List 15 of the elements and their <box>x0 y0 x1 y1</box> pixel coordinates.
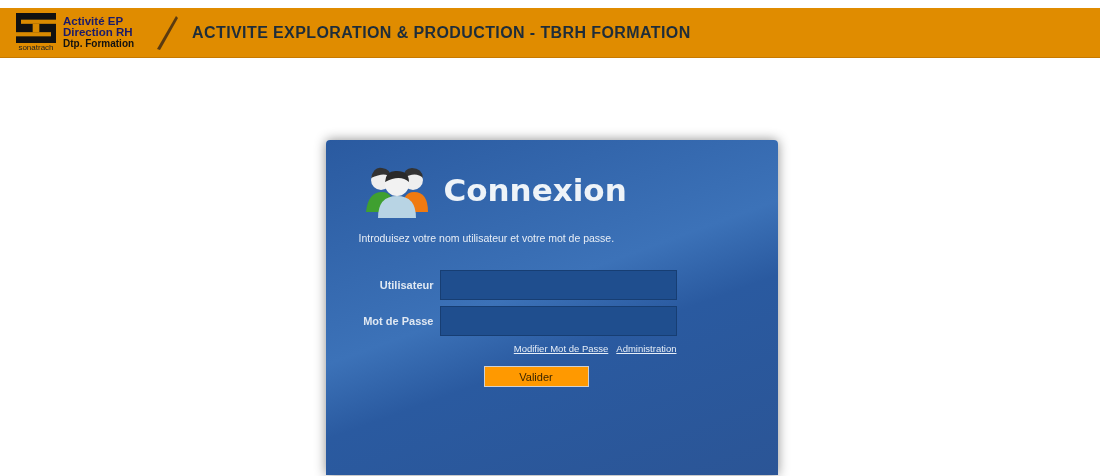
field-label: Utilisateur <box>378 279 434 291</box>
logo-text: Dtp. Formation <box>63 38 135 49</box>
field-label: Mot de Passe <box>362 315 434 327</box>
instruction-text: Introduisez votre nom utilisateur et votre mot de passe. <box>358 232 616 244</box>
input-field[interactable] <box>439 270 677 300</box>
logo-text: Direction RH <box>63 27 134 38</box>
link[interactable]: Administration <box>616 343 677 354</box>
submit-button[interactable]: Valider <box>483 366 589 387</box>
page-title: ACTIVITE EXPLORATION & PRODUCTION - TBRH FORMATION <box>192 23 691 42</box>
link[interactable]: Modifier Mot de Passe <box>513 343 609 354</box>
logo-text: Activité EP <box>63 16 125 27</box>
login-title: Connexion <box>443 172 627 208</box>
slash-icon <box>156 15 179 50</box>
logo-caption: sonatrach <box>18 43 54 52</box>
input-field[interactable] <box>439 306 677 336</box>
